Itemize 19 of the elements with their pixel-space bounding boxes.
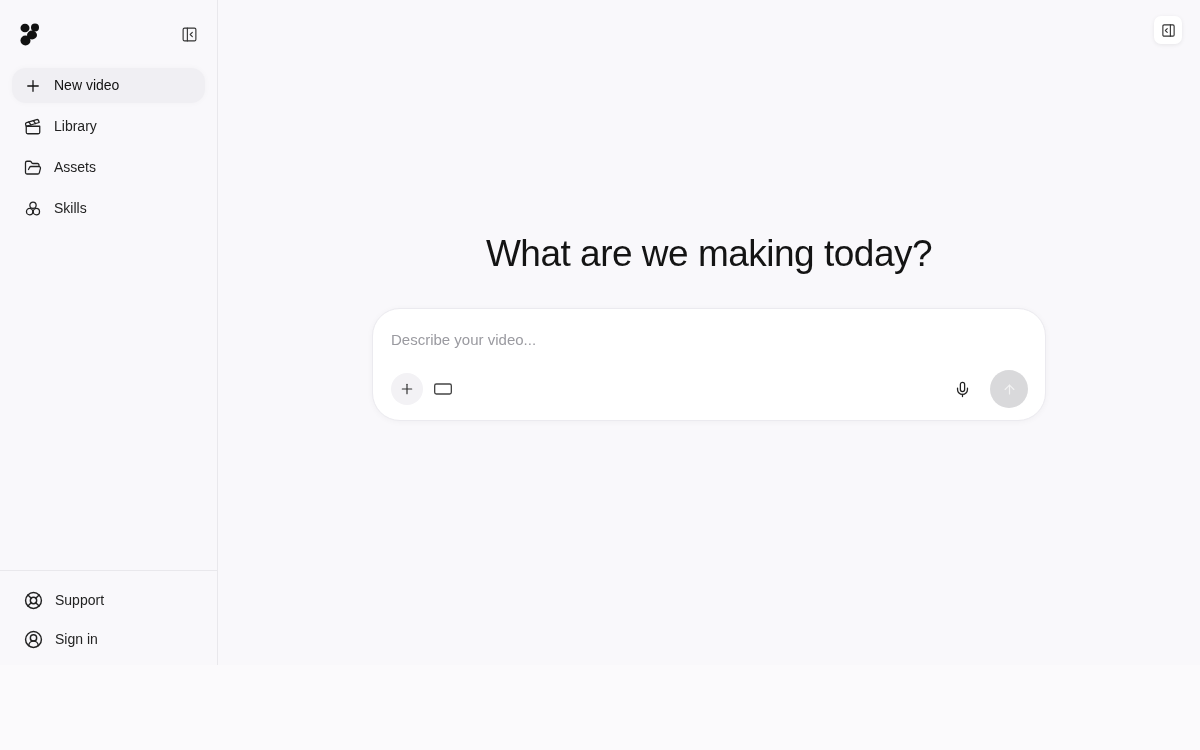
folder-icon	[24, 158, 42, 177]
prompt-input[interactable]: Describe your video...	[391, 327, 1027, 351]
sidebar-footer-item[interactable]: Sign in	[12, 622, 205, 657]
circles-icon	[24, 199, 42, 218]
panel-toggle-icon	[1160, 22, 1176, 38]
sidebar-item[interactable]: New video	[12, 68, 205, 103]
plus-icon	[399, 381, 415, 397]
sidebar-item[interactable]: Skills	[12, 191, 205, 226]
clapperboard-icon	[24, 117, 42, 136]
sidebar-footer-item[interactable]: Support	[12, 583, 205, 618]
sidebar-item[interactable]: Assets	[12, 150, 205, 185]
logo-icon	[20, 22, 40, 46]
panel-toggle-button[interactable]	[1154, 16, 1182, 44]
user-icon	[24, 630, 43, 649]
lifebuoy-icon	[24, 591, 43, 610]
page-heading: What are we making today?	[485, 232, 933, 276]
sidebar-item[interactable]: Library	[12, 109, 205, 144]
collapse-sidebar-icon	[180, 25, 198, 43]
add-button[interactable]	[391, 373, 423, 405]
